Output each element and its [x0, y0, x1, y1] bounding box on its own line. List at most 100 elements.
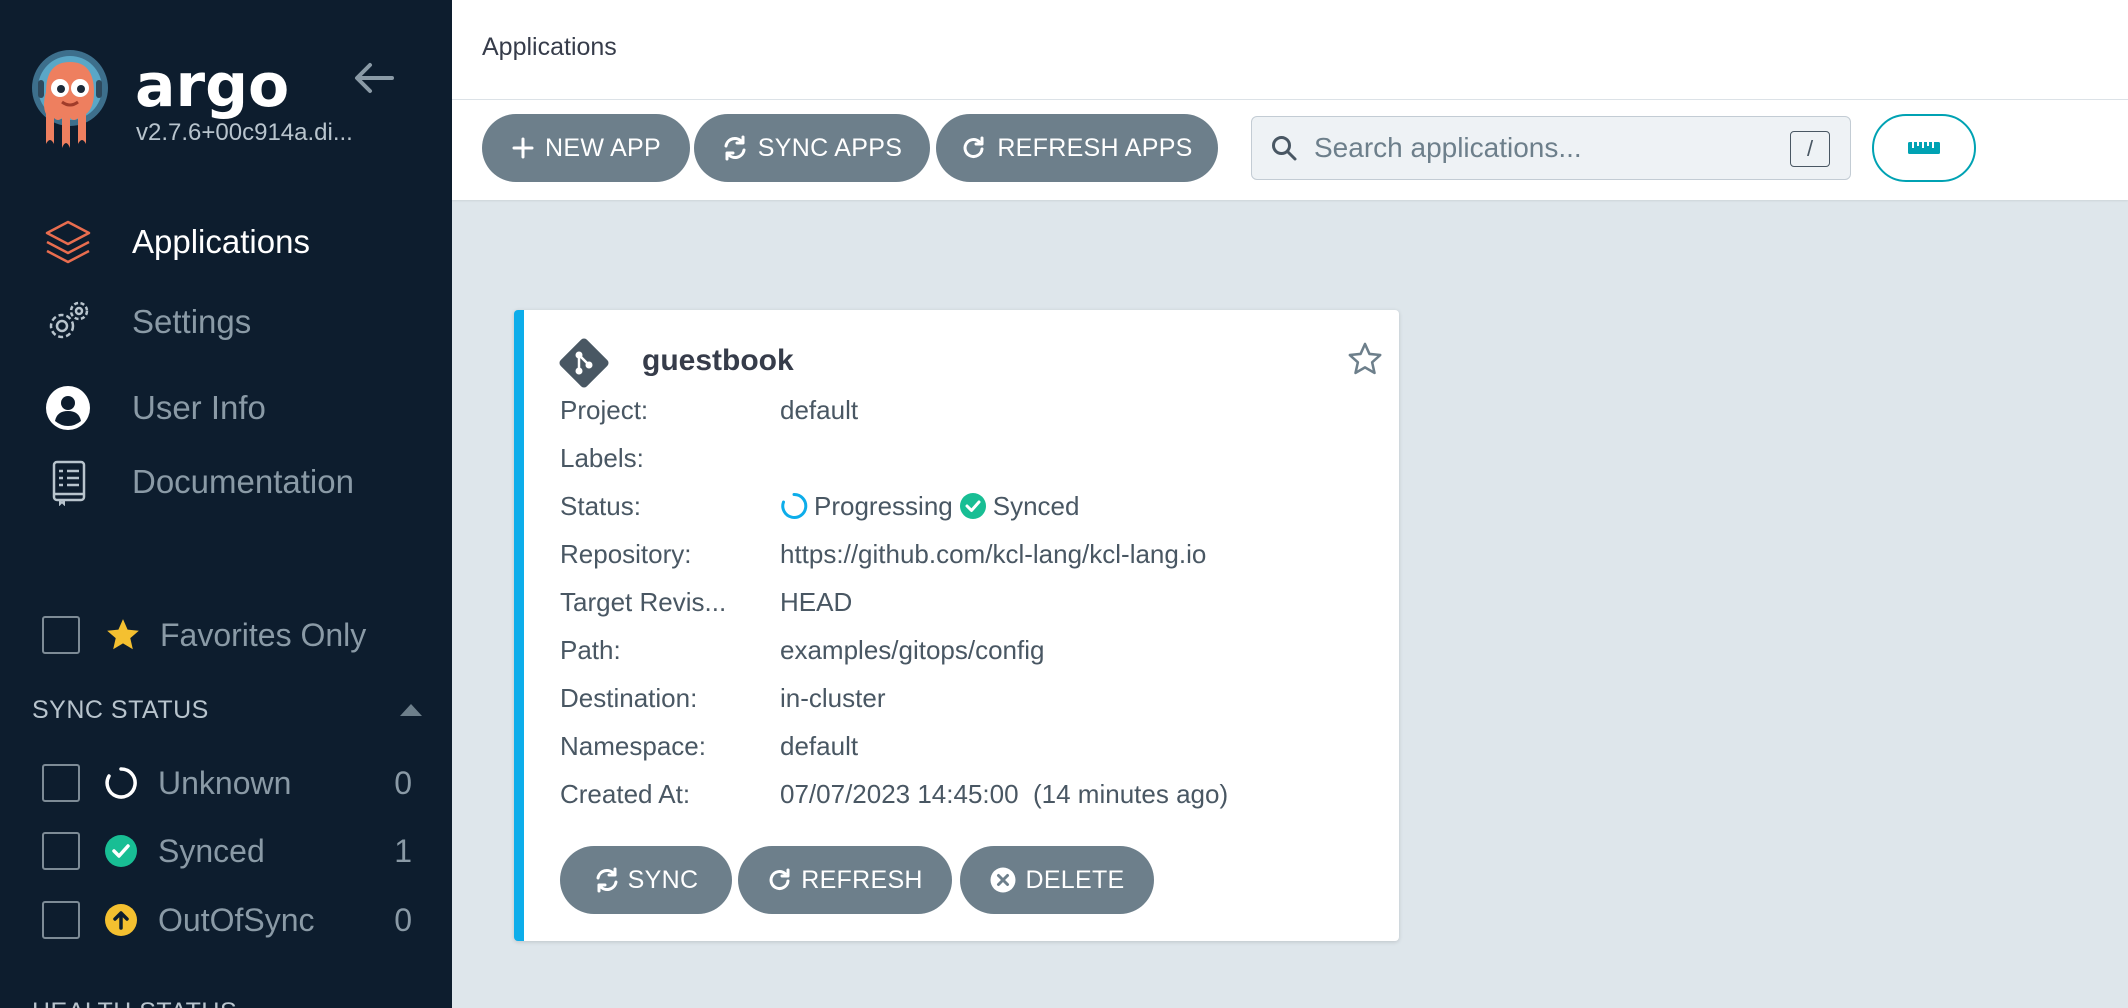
- search-icon: [1272, 136, 1297, 161]
- field-value: HEAD: [780, 586, 853, 617]
- nav-item-user-info[interactable]: User Info: [0, 376, 452, 440]
- field-label: Repository:: [560, 538, 692, 569]
- status-values: Progressing Synced: [780, 491, 1079, 522]
- nav-item-settings[interactable]: Settings: [0, 290, 452, 354]
- search-shortcut-hint: /: [1790, 131, 1830, 167]
- field-value: 07/07/2023 14:45:00 (14 minutes ago): [780, 778, 1229, 809]
- redo-icon: [769, 868, 790, 891]
- outofsync-checkbox[interactable]: [42, 901, 80, 939]
- sync-button[interactable]: SYNC: [560, 846, 732, 914]
- git-icon: [558, 337, 610, 389]
- user-circle-icon: [44, 384, 92, 432]
- field-label: Status:: [560, 490, 641, 521]
- new-app-button[interactable]: NEW APP: [482, 114, 690, 182]
- health-status-text: Progressing: [814, 490, 953, 521]
- ruler-icon: [1908, 142, 1940, 154]
- delete-button-label: DELETE: [1025, 865, 1125, 894]
- field-label: Destination:: [560, 682, 698, 713]
- synced-check-icon: [959, 492, 987, 520]
- refresh-button[interactable]: REFRESH: [738, 846, 952, 914]
- argo-logo[interactable]: [30, 48, 110, 152]
- collapse-sidebar-button[interactable]: [352, 58, 396, 98]
- sync-apps-button[interactable]: SYNC APPS: [694, 114, 930, 182]
- favorites-only-filter[interactable]: Favorites Only: [42, 614, 366, 656]
- view-toggle-button[interactable]: [1872, 114, 1976, 182]
- field-label: Target Revis...: [560, 586, 727, 617]
- field-value: default: [780, 730, 859, 761]
- arrow-up-circle-icon: [104, 903, 138, 937]
- book-icon: [44, 458, 92, 506]
- layers-icon: [44, 218, 92, 266]
- sync-apps-label: SYNC APPS: [757, 133, 903, 162]
- sync-filter-unknown[interactable]: Unknown 0: [42, 762, 412, 804]
- field-value[interactable]: https://github.com/kcl-lang/kcl-lang.io: [780, 539, 1206, 570]
- field-label: Path:: [560, 634, 621, 665]
- field-path: Path: examples/gitops/config: [560, 633, 1044, 667]
- health-status-title[interactable]: HEALTH STATUS: [32, 998, 237, 1008]
- field-project: Project: default: [560, 393, 858, 427]
- refresh-button-label: REFRESH: [801, 865, 923, 894]
- gears-icon: [44, 298, 92, 346]
- nav-item-documentation[interactable]: Documentation: [0, 450, 452, 514]
- refresh-apps-label: REFRESH APPS: [997, 133, 1193, 162]
- toolbar: NEW APP SYNC APPS REFRESH APPS /: [452, 100, 2128, 200]
- field-label: Namespace:: [560, 730, 706, 761]
- synced-label: Synced: [158, 832, 265, 869]
- field-label: Created At:: [560, 778, 691, 809]
- nav-item-applications[interactable]: Applications: [0, 210, 452, 274]
- outofsync-count: 0: [394, 901, 412, 938]
- search-input[interactable]: [1314, 132, 1774, 164]
- field-label: Labels:: [560, 442, 644, 473]
- times-circle-icon: [990, 867, 1016, 893]
- app-name[interactable]: guestbook: [642, 344, 794, 378]
- caret-up-icon: [400, 704, 422, 716]
- field-value: examples/gitops/config: [780, 634, 1045, 665]
- favorite-star-icon[interactable]: [1346, 340, 1384, 378]
- field-namespace: Namespace: default: [560, 729, 858, 763]
- favorites-checkbox[interactable]: [42, 616, 80, 654]
- nav-label-applications: Applications: [132, 223, 310, 260]
- check-circle-icon: [104, 834, 138, 868]
- field-status: Status: Progressing Synced: [560, 489, 1079, 523]
- sync-button-label: SYNC: [627, 865, 699, 894]
- field-created-at: Created At: 07/07/2023 14:45:00 (14 minu…: [560, 777, 1228, 811]
- redo-icon: [963, 136, 984, 159]
- synced-checkbox[interactable]: [42, 832, 80, 870]
- sync-status-text: Synced: [992, 490, 1080, 521]
- field-labels: Labels:: [560, 441, 780, 475]
- unknown-checkbox[interactable]: [42, 764, 80, 802]
- field-value: default: [780, 394, 859, 425]
- version-label: v2.7.6+00c914a.di...: [136, 119, 353, 146]
- nav-label-user-info: User Info: [132, 389, 266, 426]
- field-repository: Repository: https://github.com/kcl-lang/…: [560, 537, 1206, 571]
- unknown-label: Unknown: [158, 764, 292, 801]
- arrow-left-icon: [355, 63, 394, 93]
- search-box[interactable]: /: [1251, 116, 1851, 180]
- page-title: Applications: [482, 33, 617, 61]
- sync-filter-synced[interactable]: Synced 1: [42, 830, 412, 872]
- field-target-revision: Target Revis... HEAD: [560, 585, 852, 619]
- circle-notch-icon: [104, 766, 138, 800]
- refresh-apps-button[interactable]: REFRESH APPS: [936, 114, 1218, 182]
- brand-name: argo: [135, 51, 290, 121]
- sidebar: argo v2.7.6+00c914a.di... Applications S…: [0, 0, 452, 1008]
- sync-icon: [596, 867, 618, 893]
- field-destination: Destination: in-cluster: [560, 681, 885, 715]
- unknown-count: 0: [394, 764, 412, 801]
- synced-count: 1: [394, 832, 412, 869]
- plus-icon: [512, 137, 534, 159]
- field-label: Project:: [560, 394, 649, 425]
- star-icon: [104, 616, 142, 654]
- top-bar: Applications: [452, 0, 2128, 100]
- nav-label-documentation: Documentation: [132, 463, 354, 500]
- progressing-spinner-icon: [780, 492, 808, 520]
- sync-status-title: SYNC STATUS: [32, 695, 209, 724]
- sync-icon: [724, 135, 746, 161]
- field-value: in-cluster: [780, 682, 886, 713]
- sync-filter-outofsync[interactable]: OutOfSync 0: [42, 899, 412, 941]
- application-card-guestbook[interactable]: guestbook Project: default Labels: Statu…: [514, 310, 1399, 941]
- outofsync-label: OutOfSync: [158, 901, 315, 938]
- new-app-label: NEW APP: [544, 133, 662, 162]
- sync-status-filter-header[interactable]: SYNC STATUS: [32, 694, 424, 726]
- delete-button[interactable]: DELETE: [960, 846, 1154, 914]
